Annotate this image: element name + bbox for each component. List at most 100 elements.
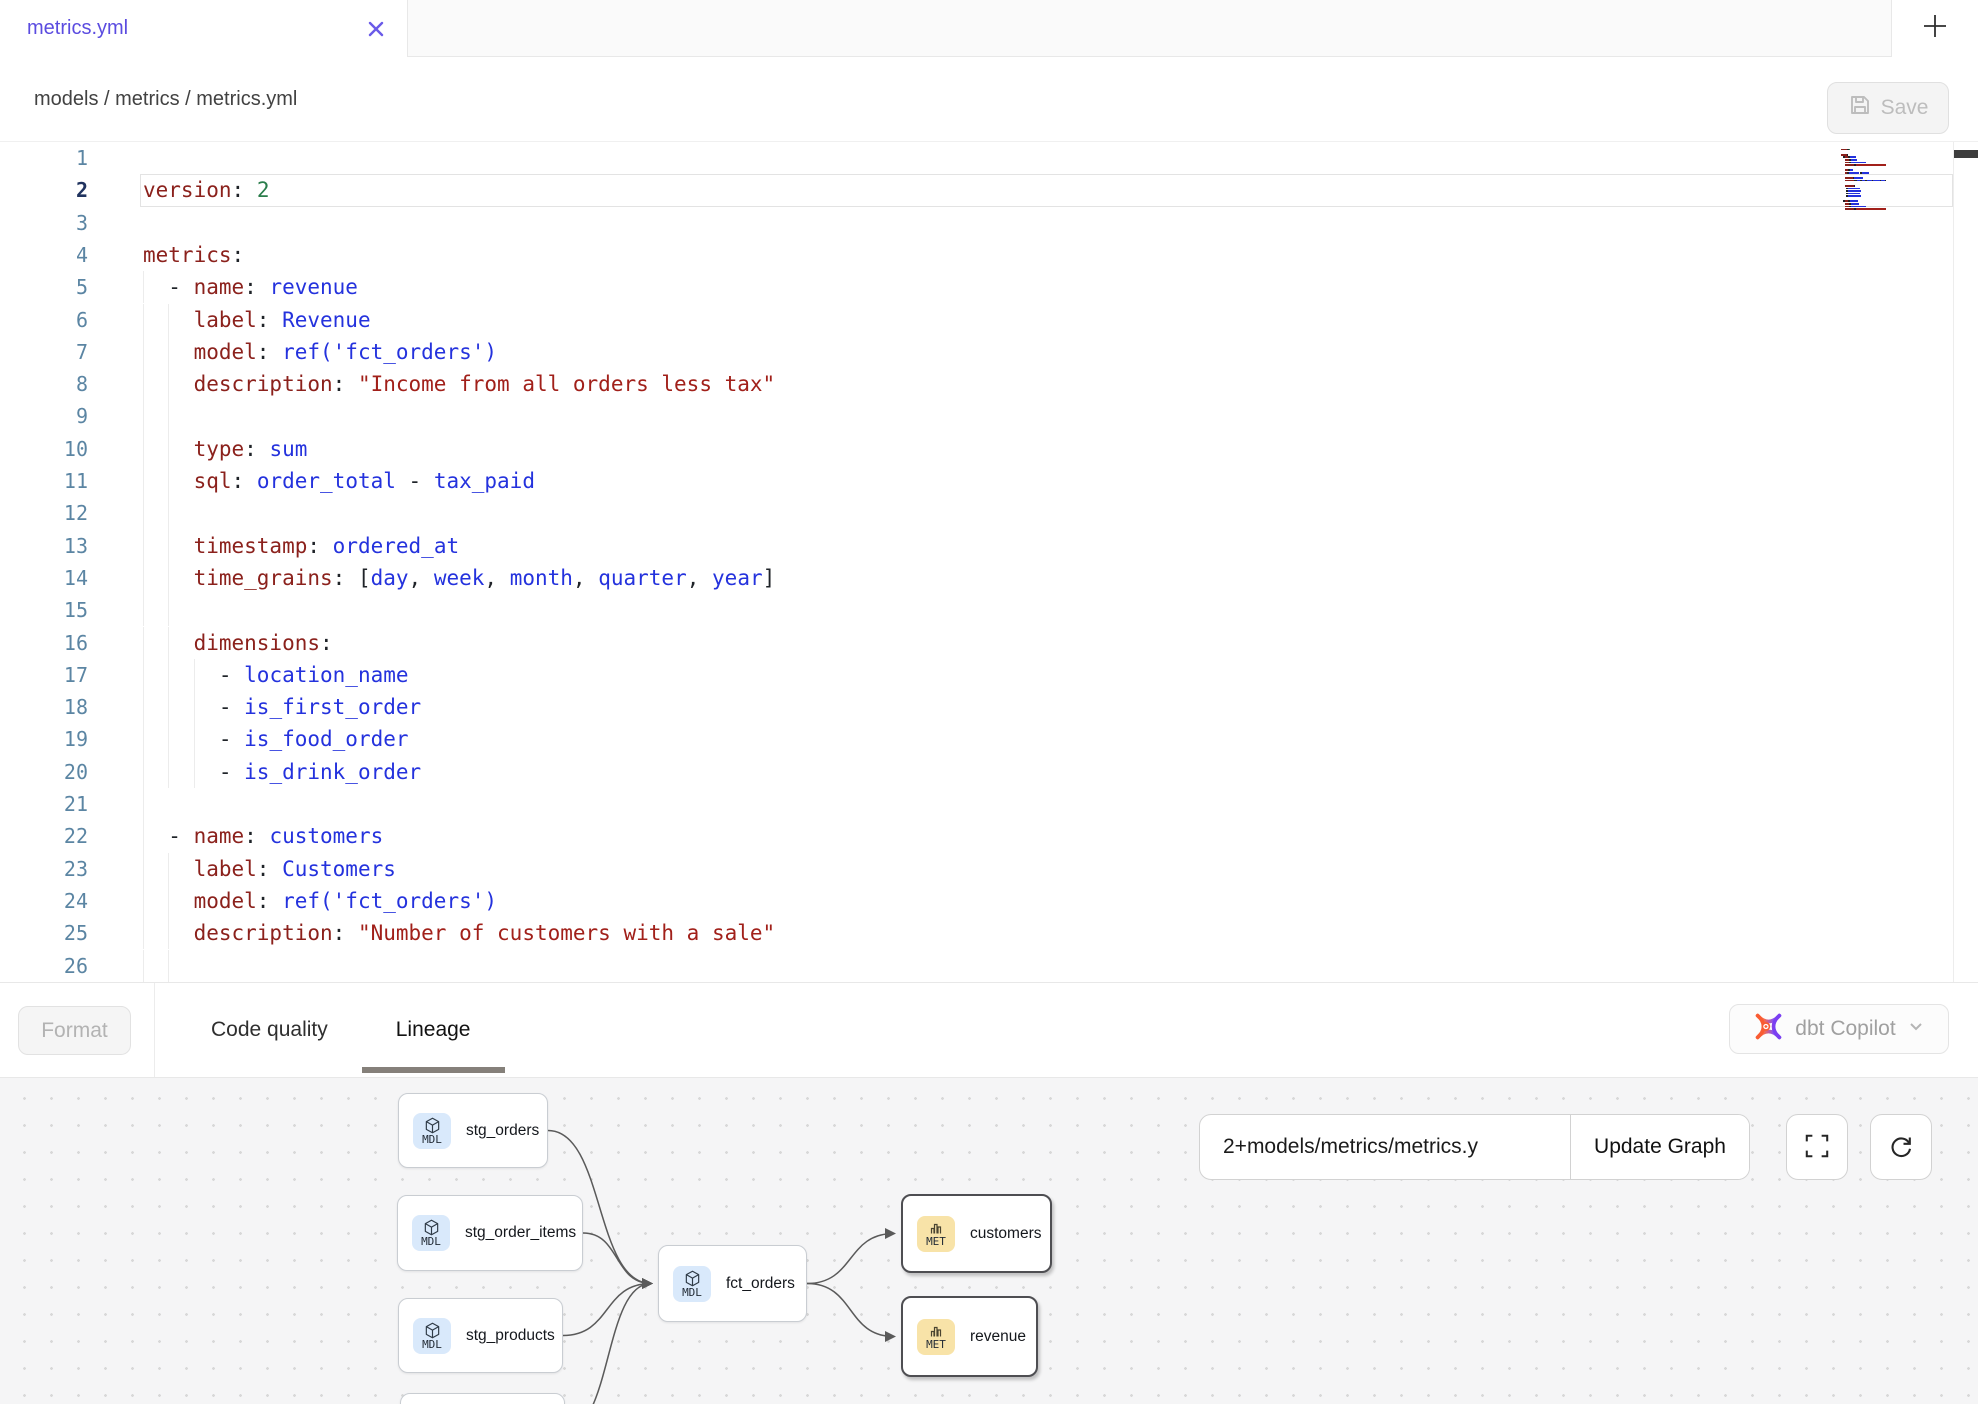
editor-line-25[interactable]: 25 description: "Number of customers wit… — [0, 917, 1978, 950]
cube-icon: MDL — [673, 1266, 711, 1302]
editor-line-26[interactable]: 26 — [0, 950, 1978, 983]
line-number: 20 — [0, 756, 88, 788]
line-number: 23 — [0, 853, 88, 885]
code-text: timestamp: ordered_at — [143, 530, 459, 562]
chevron-down-icon — [1907, 1017, 1925, 1041]
lineage-node-customers[interactable]: MET customers — [901, 1194, 1052, 1273]
editor-line-10[interactable]: 10 type: sum — [0, 433, 1978, 466]
refresh-button[interactable] — [1870, 1114, 1932, 1180]
code-text: - name: revenue — [143, 271, 358, 303]
line-number: 10 — [0, 433, 88, 465]
lineage-node-stg_orders[interactable]: MDLstg_orders — [398, 1093, 548, 1168]
editor-line-18[interactable]: 18 - is_first_order — [0, 691, 1978, 724]
indent-guide — [168, 950, 169, 982]
save-label: Save — [1881, 96, 1929, 120]
panel-tabs: Code quality Lineage — [177, 983, 505, 1077]
new-tab-button[interactable] — [1891, 0, 1978, 57]
editor-line-1[interactable]: 1 — [0, 142, 1978, 175]
editor-line-3[interactable]: 3 — [0, 207, 1978, 240]
indent-guide — [143, 950, 144, 982]
line-number: 3 — [0, 207, 88, 239]
tab-code-quality[interactable]: Code quality — [177, 983, 362, 1077]
format-button[interactable]: Format — [18, 1006, 131, 1055]
editor-line-5[interactable]: 5 - name: revenue — [0, 271, 1978, 304]
tab-metrics-yml[interactable]: metrics.yml — [0, 0, 408, 57]
line-number: 9 — [0, 400, 88, 432]
node-label: stg_products — [466, 1327, 555, 1345]
lineage-node-revenue[interactable]: METrevenue — [901, 1296, 1038, 1377]
update-graph-button[interactable]: Update Graph — [1570, 1115, 1749, 1179]
tab-bar: metrics.yml — [0, 0, 1978, 57]
node-badge: MET — [926, 1339, 946, 1350]
indent-guide — [143, 497, 144, 529]
line-number: 15 — [0, 594, 88, 626]
node-badge: MET — [926, 1236, 946, 1247]
editor-line-15[interactable]: 15 — [0, 594, 1978, 627]
indent-guide — [143, 788, 144, 820]
editor-line-2[interactable]: 2version: 2 — [0, 174, 1978, 207]
indent-guide — [168, 594, 169, 626]
editor-line-22[interactable]: 22 - name: customers — [0, 820, 1978, 853]
lineage-node-stg_products[interactable]: MDL stg_products — [398, 1298, 563, 1373]
code-text: model: ref('fct_orders') — [143, 885, 497, 917]
editor-line-20[interactable]: 20 - is_drink_order — [0, 756, 1978, 789]
indent-guide — [143, 594, 144, 626]
line-number: 22 — [0, 820, 88, 852]
editor-line-23[interactable]: 23 label: Customers — [0, 853, 1978, 886]
line-number: 5 — [0, 271, 88, 303]
cube-icon: MDL — [413, 1318, 451, 1354]
line-number: 19 — [0, 723, 88, 755]
code-editor[interactable]: 12version: 234metrics:5 - name: revenue6… — [0, 142, 1978, 982]
editor-line-12[interactable]: 12 — [0, 497, 1978, 530]
node-label: stg_order_items — [465, 1224, 576, 1242]
active-line-highlight — [140, 174, 1953, 206]
line-number: 14 — [0, 562, 88, 594]
node-badge: MDL — [422, 1134, 442, 1145]
editor-line-19[interactable]: 19 - is_food_order — [0, 723, 1978, 756]
editor-line-17[interactable]: 17 - location_name — [0, 659, 1978, 692]
scrollbar-mark — [1954, 150, 1978, 158]
dbt-copilot-button[interactable]: dbt Copilot — [1729, 1004, 1949, 1054]
lineage-node-stg_order_items[interactable]: MDL stg_order_items — [397, 1195, 583, 1271]
line-number: 13 — [0, 530, 88, 562]
editor-line-4[interactable]: 4metrics: — [0, 239, 1978, 272]
lineage-node-fct_orders[interactable]: MDLfct_orders — [658, 1245, 807, 1322]
editor-scrollbar[interactable] — [1953, 142, 1978, 982]
code-text: model: ref('fct_orders') — [143, 336, 497, 368]
save-button[interactable]: Save — [1827, 82, 1949, 134]
line-number: 17 — [0, 659, 88, 691]
line-number: 7 — [0, 336, 88, 368]
code-text: - location_name — [143, 659, 409, 691]
line-number: 1 — [0, 142, 88, 174]
code-text: type: sum — [143, 433, 307, 465]
line-number: 25 — [0, 917, 88, 949]
breadcrumb: models / metrics / metrics.yml — [34, 88, 297, 111]
tab-lineage[interactable]: Lineage — [362, 983, 505, 1077]
node-badge: MDL — [421, 1236, 441, 1247]
line-number: 24 — [0, 885, 88, 917]
editor-line-24[interactable]: 24 model: ref('fct_orders') — [0, 885, 1978, 918]
code-text: dimensions: — [143, 627, 333, 659]
editor-line-7[interactable]: 7 model: ref('fct_orders') — [0, 336, 1978, 369]
editor-line-11[interactable]: 11 sql: order_total - tax_paid — [0, 465, 1978, 498]
minimap[interactable] — [1841, 146, 1899, 226]
cube-icon: MDL — [412, 1215, 450, 1251]
dbt-copilot-icon — [1753, 1011, 1784, 1048]
lineage-graph[interactable]: Update Graph MDLstg_ordersMDLstg_order_i… — [0, 1078, 1978, 1404]
editor-line-13[interactable]: 13 timestamp: ordered_at — [0, 530, 1978, 563]
editor-line-21[interactable]: 21 — [0, 788, 1978, 821]
code-text: description: "Number of customers with a… — [143, 917, 775, 949]
node-label: customers — [970, 1225, 1042, 1243]
code-text: - is_food_order — [143, 723, 409, 755]
editor-line-6[interactable]: 6 label: Revenue — [0, 304, 1978, 337]
close-icon[interactable] — [365, 18, 387, 40]
editor-line-9[interactable]: 9 — [0, 400, 1978, 433]
fullscreen-button[interactable] — [1786, 1114, 1848, 1180]
editor-line-8[interactable]: 8 description: "Income from all orders l… — [0, 368, 1978, 401]
lineage-node-partial[interactable]: MDL — [400, 1393, 565, 1404]
editor-line-16[interactable]: 16 dimensions: — [0, 627, 1978, 660]
editor-line-14[interactable]: 14 time_grains: [day, week, month, quart… — [0, 562, 1978, 595]
lineage-filter-input[interactable] — [1200, 1115, 1570, 1179]
tab-strip — [408, 0, 1891, 57]
line-number: 4 — [0, 239, 88, 271]
